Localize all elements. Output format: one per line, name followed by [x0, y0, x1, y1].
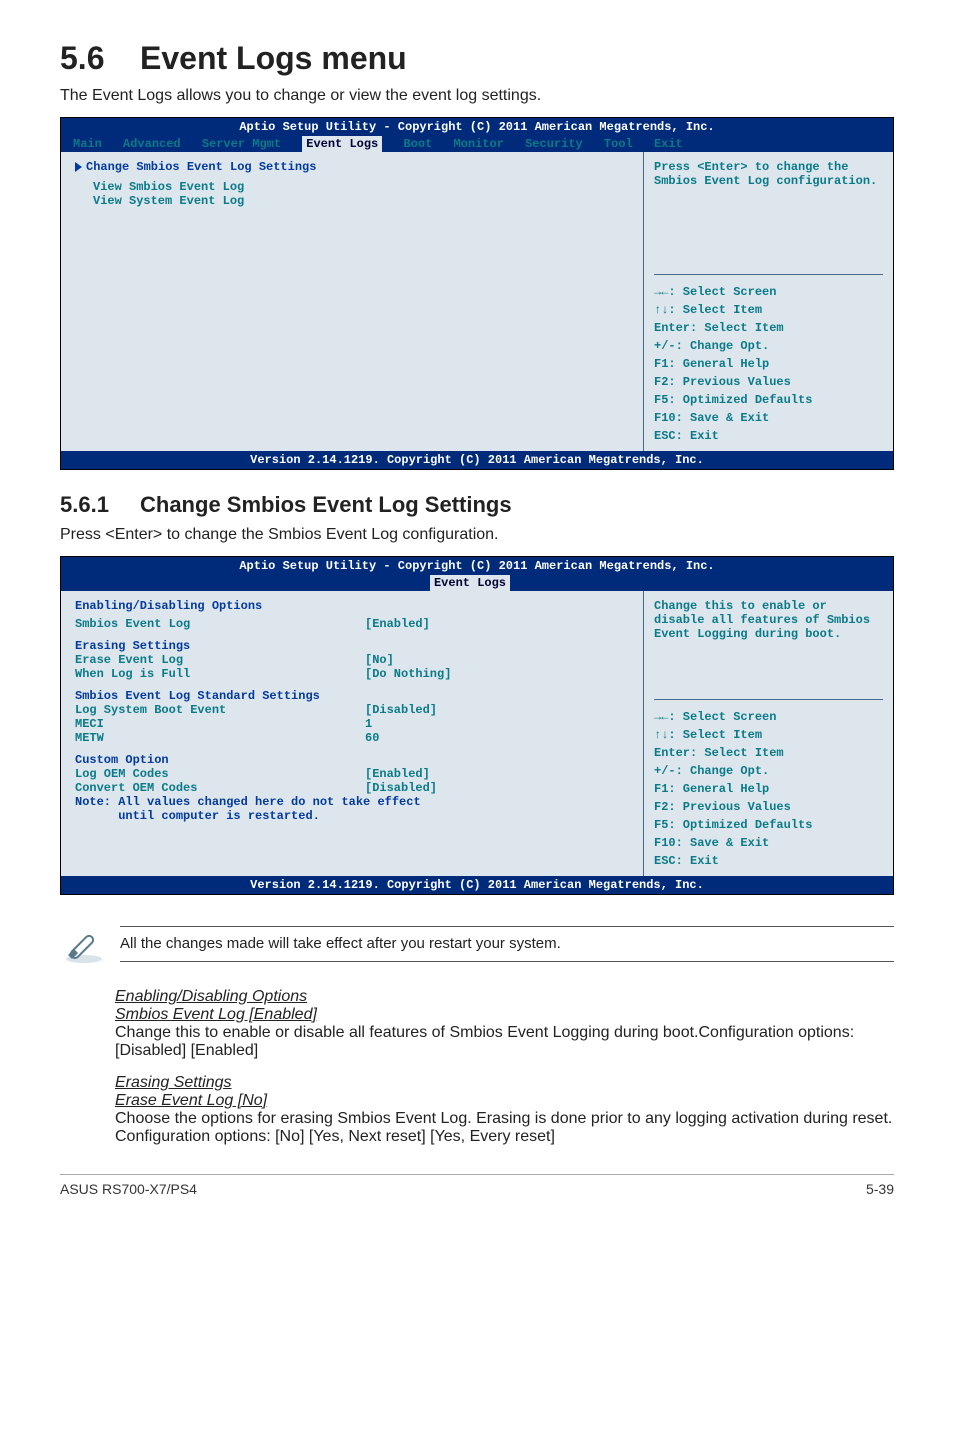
heading-erasing: Erasing Settings [75, 639, 629, 653]
subsection-number: 5.6.1 [60, 492, 140, 518]
tab-monitor: Monitor [453, 137, 503, 151]
row-when-log-full: When Log is Full [75, 667, 365, 681]
key-f2: F2: Previous Values [654, 375, 883, 389]
val-log-oem: [Enabled] [365, 767, 495, 781]
menu-change-smbios: Change Smbios Event Log Settings [86, 160, 316, 174]
row-metw: METW [75, 731, 365, 745]
key-f2-2: F2: Previous Values [654, 800, 883, 814]
opt1-heading2: Smbios Event Log [Enabled] [115, 1006, 894, 1024]
note-text: All the changes made will take effect af… [120, 935, 561, 952]
subsection-intro: Press <Enter> to change the Smbios Event… [60, 526, 894, 544]
key-f1-2: F1: General Help [654, 782, 883, 796]
subsection-heading: 5.6.1Change Smbios Event Log Settings [60, 492, 894, 518]
key-esc: ESC: Exit [654, 429, 883, 443]
heading-custom: Custom Option [75, 753, 629, 767]
key-f10-2: F10: Save & Exit [654, 836, 883, 850]
key-f1: F1: General Help [654, 357, 883, 371]
row-erase-event-log: Erase Event Log [75, 653, 365, 667]
key-esc-2: ESC: Exit [654, 854, 883, 868]
bios-help-text-2: Change this to enable or disable all fea… [654, 599, 883, 641]
row-meci: MECI [75, 717, 365, 731]
key-select-screen: →←: Select Screen [654, 285, 883, 299]
tab-event-logs: Event Logs [302, 136, 382, 152]
bios-right-pane: Press <Enter> to change the Smbios Event… [643, 152, 893, 451]
bios-title: Aptio Setup Utility - Copyright (C) 2011… [61, 118, 893, 136]
val-metw: 60 [365, 731, 495, 745]
section-title: Event Logs menu [140, 40, 407, 76]
footer-page: 5-39 [866, 1181, 894, 1197]
opt2-heading2: Erase Event Log [No] [115, 1092, 894, 1110]
tab-exit: Exit [654, 137, 683, 151]
pencil-icon [60, 917, 108, 970]
heading-enabling: Enabling/Disabling Options [75, 599, 629, 613]
opt2-text2: Configuration options: [No] [Yes, Next r… [115, 1128, 555, 1145]
key-change-opt-2: +/-: Change Opt. [654, 764, 883, 778]
menu-view-system: View System Event Log [75, 194, 629, 208]
key-f10: F10: Save & Exit [654, 411, 883, 425]
row-convert-oem: Convert OEM Codes [75, 781, 365, 795]
val-smbios-event-log: [Enabled] [365, 617, 495, 631]
tab-event-logs-2: Event Logs [430, 575, 510, 591]
bios-note-line1: Note: All values changed here do not tak… [75, 795, 629, 809]
bios-screen-change-settings: Aptio Setup Utility - Copyright (C) 2011… [60, 556, 894, 895]
subsection-title: Change Smbios Event Log Settings [140, 492, 512, 517]
key-select-screen-2: →←: Select Screen [654, 710, 883, 724]
tab-tool: Tool [604, 137, 633, 151]
tab-server-mgmt: Server Mgmt [202, 137, 281, 151]
row-smbios-event-log: Smbios Event Log [75, 617, 365, 631]
page-footer: ASUS RS700-X7/PS4 5-39 [60, 1174, 894, 1197]
section-number: 5.6 [60, 40, 140, 77]
heading-standard: Smbios Event Log Standard Settings [75, 689, 629, 703]
section-heading: 5.6Event Logs menu [60, 40, 894, 77]
opt1-heading1: Enabling/Disabling Options [115, 988, 894, 1006]
tab-advanced: Advanced [123, 137, 181, 151]
val-convert-oem: [Disabled] [365, 781, 495, 795]
key-select-item: ↑↓: Select Item [654, 303, 883, 317]
menu-view-smbios: View Smbios Event Log [75, 180, 629, 194]
bios-tab-row-2: Event Logs [61, 575, 893, 591]
option-erasing: Erasing Settings Erase Event Log [No] Ch… [115, 1074, 894, 1146]
bios-footer: Version 2.14.1219. Copyright (C) 2011 Am… [61, 451, 893, 469]
row-log-oem: Log OEM Codes [75, 767, 365, 781]
key-enter-2: Enter: Select Item [654, 746, 883, 760]
key-f5: F5: Optimized Defaults [654, 393, 883, 407]
bios-footer-2: Version 2.14.1219. Copyright (C) 2011 Am… [61, 876, 893, 894]
bios-left-pane: Change Smbios Event Log Settings View Sm… [61, 152, 643, 451]
val-when-log-full: [Do Nothing] [365, 667, 495, 681]
footer-product: ASUS RS700-X7/PS4 [60, 1181, 197, 1197]
bios-note-line2: until computer is restarted. [75, 809, 629, 823]
opt2-text1: Choose the options for erasing Smbios Ev… [115, 1110, 892, 1127]
tab-boot: Boot [403, 137, 432, 151]
section-intro: The Event Logs allows you to change or v… [60, 87, 894, 105]
bios-screen-event-logs: Aptio Setup Utility - Copyright (C) 2011… [60, 117, 894, 470]
triangle-icon [75, 162, 82, 172]
bios-help-text: Press <Enter> to change the Smbios Event… [654, 160, 883, 188]
opt2-heading1: Erasing Settings [115, 1074, 894, 1092]
tab-main: Main [73, 137, 102, 151]
key-enter: Enter: Select Item [654, 321, 883, 335]
bios-title-2: Aptio Setup Utility - Copyright (C) 2011… [61, 557, 893, 575]
bios-tab-row: Main Advanced Server Mgmt Event Logs Boo… [61, 136, 893, 152]
val-erase-event-log: [No] [365, 653, 495, 667]
bios-left-pane-2: Enabling/Disabling Options Smbios Event … [61, 591, 643, 876]
option-enabling: Enabling/Disabling Options Smbios Event … [115, 988, 894, 1060]
key-select-item-2: ↑↓: Select Item [654, 728, 883, 742]
opt1-text: Change this to enable or disable all fea… [115, 1024, 854, 1059]
val-meci: 1 [365, 717, 495, 731]
key-f5-2: F5: Optimized Defaults [654, 818, 883, 832]
note-callout: All the changes made will take effect af… [60, 917, 894, 970]
key-change-opt: +/-: Change Opt. [654, 339, 883, 353]
row-log-system-boot: Log System Boot Event [75, 703, 365, 717]
val-log-system-boot: [Disabled] [365, 703, 495, 717]
bios-right-pane-2: Change this to enable or disable all fea… [643, 591, 893, 876]
tab-security: Security [525, 137, 583, 151]
